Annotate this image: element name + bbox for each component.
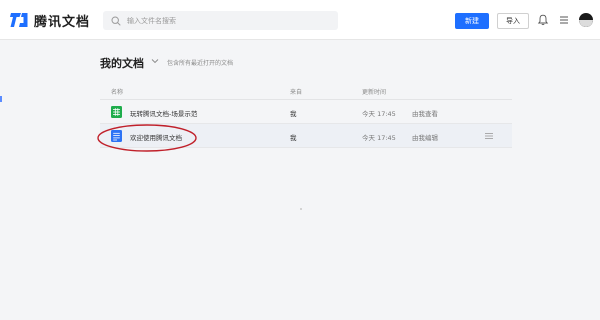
column-header-updated[interactable]: 更新时间 xyxy=(362,87,386,96)
table-row[interactable]: 玩转腾讯文档-场景示范 我 今天 17:45 由我查看 xyxy=(100,100,512,124)
document-permission: 由我编辑 xyxy=(412,134,438,142)
bell-icon[interactable] xyxy=(537,14,549,26)
document-time: 今天 17:45 xyxy=(362,110,396,118)
document-time: 今天 17:45 xyxy=(362,134,396,142)
column-header-from[interactable]: 来自 xyxy=(290,87,302,96)
sheet-icon xyxy=(111,106,122,118)
import-button[interactable]: 导入 xyxy=(497,13,529,29)
chevron-down-icon[interactable] xyxy=(151,58,159,64)
search-box[interactable] xyxy=(103,11,338,30)
page-subtitle: 包含所有最近打开的文档 xyxy=(167,60,234,67)
page-title[interactable]: 我的文档 xyxy=(100,55,144,71)
new-button[interactable]: 新建 xyxy=(455,13,489,29)
document-from: 我 xyxy=(290,134,297,142)
document-from: 我 xyxy=(290,110,297,118)
document-name[interactable]: 玩转腾讯文档-场景示范 xyxy=(130,108,197,118)
table-header: 名称 来自 更新时间 xyxy=(100,82,512,100)
document-permission: 由我查看 xyxy=(412,110,438,118)
search-input[interactable] xyxy=(127,16,327,25)
column-header-name[interactable]: 名称 xyxy=(111,87,123,96)
center-dot xyxy=(300,208,302,210)
user-avatar[interactable] xyxy=(579,13,593,27)
search-icon xyxy=(111,15,121,26)
doc-icon xyxy=(111,130,122,142)
app-name: 腾讯文档 xyxy=(34,14,91,30)
edge-marker xyxy=(0,96,2,102)
top-header: 腾讯文档 新建 导入 xyxy=(0,0,600,40)
table-row[interactable]: 欢迎使用腾讯文档 我 今天 17:45 由我编辑 xyxy=(100,124,512,148)
tencent-docs-logo-icon xyxy=(10,13,28,27)
menu-icon[interactable] xyxy=(558,14,570,26)
document-name[interactable]: 欢迎使用腾讯文档 xyxy=(130,132,182,142)
app-logo[interactable]: 腾讯文档 xyxy=(10,11,91,30)
more-options-icon[interactable] xyxy=(484,132,494,140)
